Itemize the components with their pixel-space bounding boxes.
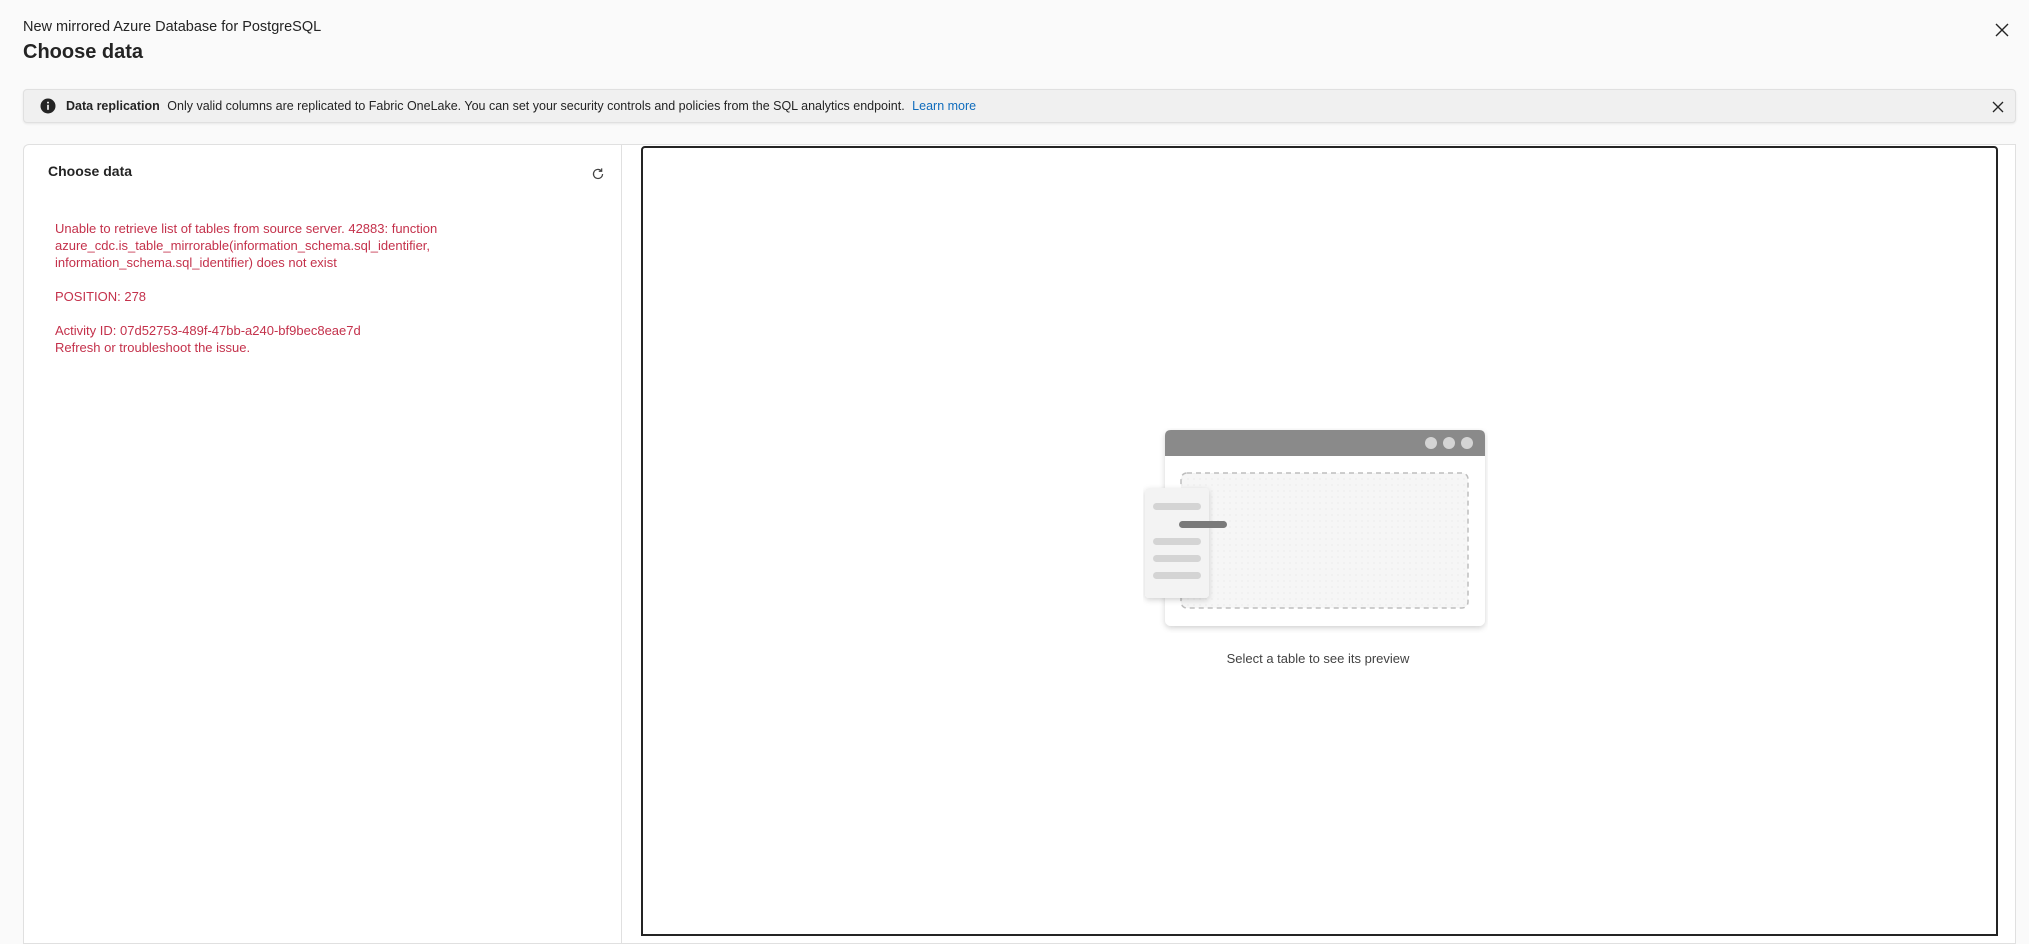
error-hint: Refresh or troubleshoot the issue. [55, 340, 251, 355]
dialog-title: Choose data [23, 41, 144, 63]
close-icon [1995, 23, 2009, 37]
error-activity-id: Activity ID: 07d52753-489f-47bb-a240-bf9… [55, 323, 361, 338]
close-dialog-button[interactable] [1990, 18, 2014, 42]
dialog-subtitle: New mirrored Azure Database for PostgreS… [23, 19, 322, 35]
banner-close-button[interactable] [1989, 98, 2007, 116]
dialog-header: New mirrored Azure Database for PostgreS… [23, 18, 321, 64]
error-position: POSITION: 278 [55, 289, 147, 304]
choose-data-panel: Choose data Unable to retrieve list of t… [23, 144, 622, 944]
refresh-button[interactable] [589, 165, 607, 183]
banner-title: Data replication [66, 99, 160, 113]
info-icon [40, 98, 56, 114]
panel-title: Choose data [48, 163, 133, 179]
info-banner: Data replication Only valid columns are … [23, 89, 2016, 123]
banner-message: Only valid columns are replicated to Fab… [167, 99, 905, 113]
error-text: Unable to retrieve list of tables from s… [55, 221, 438, 270]
preview-caption: Select a table to see its preview [1226, 651, 1410, 666]
error-message: Unable to retrieve list of tables from s… [55, 220, 475, 356]
learn-more-link[interactable]: Learn more [912, 99, 976, 113]
refresh-icon [592, 168, 604, 180]
banner-text: Data replication Only valid columns are … [66, 99, 976, 113]
close-icon [1992, 101, 2004, 113]
empty-preview-illustration [1145, 430, 1485, 626]
